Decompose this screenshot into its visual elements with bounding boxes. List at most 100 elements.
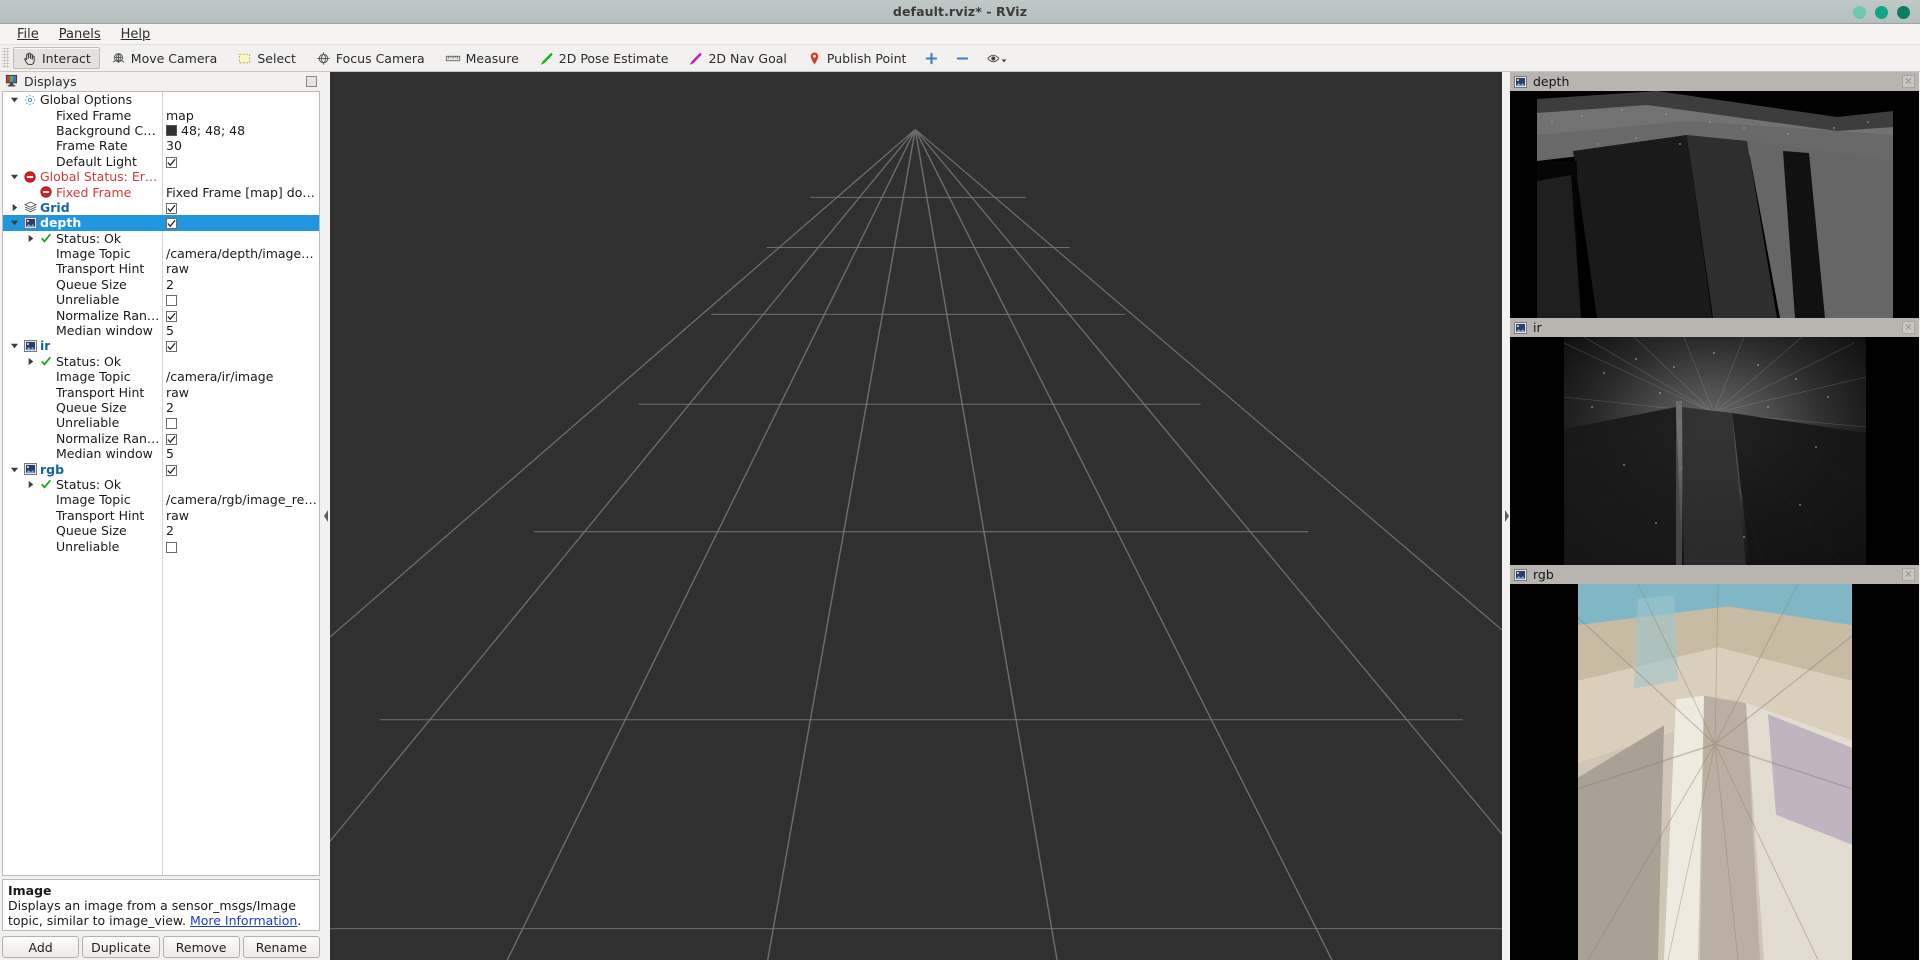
display-row-unreliable[interactable]: Unreliable xyxy=(3,415,319,430)
left-splitter-handle[interactable] xyxy=(322,72,330,960)
display-row-value-cell[interactable]: 5 xyxy=(162,446,319,461)
display-row-global-options[interactable]: Global Options xyxy=(3,92,319,107)
display-row-normalize-range[interactable]: Normalize Range xyxy=(3,307,319,323)
close-button[interactable] xyxy=(1897,5,1910,19)
chevron-down-icon[interactable] xyxy=(9,218,20,227)
checkbox[interactable] xyxy=(166,295,177,307)
tool-interact-button[interactable]: Interact xyxy=(13,47,100,69)
render-view-3d[interactable] xyxy=(330,72,1502,960)
display-row-value-cell[interactable] xyxy=(162,200,319,215)
duplicate-button[interactable]: Duplicate xyxy=(82,936,160,958)
color-swatch[interactable] xyxy=(166,124,177,136)
display-row-transport-hint[interactable]: Transport Hint raw xyxy=(3,261,319,276)
display-row-median-window[interactable]: Median window 5 xyxy=(3,446,319,461)
display-row-queue-size[interactable]: Queue Size 2 xyxy=(3,523,319,538)
display-row-value-cell[interactable]: /camera/depth/image_raw xyxy=(162,246,319,261)
tool-visibility-button[interactable] xyxy=(979,47,1015,69)
display-row-value-cell[interactable]: raw xyxy=(162,508,319,523)
checkbox[interactable] xyxy=(166,202,177,214)
chevron-right-icon[interactable] xyxy=(25,480,36,489)
display-row-value-cell[interactable]: 2 xyxy=(162,523,319,538)
menu-item-help[interactable]: Help xyxy=(112,25,160,44)
more-information-link[interactable]: More Information xyxy=(190,913,297,928)
display-row-value-cell[interactable]: map xyxy=(162,108,319,123)
image-panel-depth-body[interactable] xyxy=(1510,91,1919,318)
rename-button[interactable]: Rename xyxy=(242,936,320,958)
display-row-value-cell[interactable] xyxy=(162,539,319,554)
tool-2d-pose-estimate-button[interactable]: 2D Pose Estimate xyxy=(530,47,678,69)
display-row-value-cell[interactable]: raw xyxy=(162,261,319,276)
minimize-button[interactable] xyxy=(1853,5,1866,19)
display-row-grid[interactable]: Grid xyxy=(3,200,319,215)
display-row-ir[interactable]: ir xyxy=(3,338,319,353)
display-row-depth[interactable]: depth xyxy=(3,215,319,231)
display-row-status-ok[interactable]: Status: Ok xyxy=(3,231,319,246)
display-row-queue-size[interactable]: Queue Size 2 xyxy=(3,277,319,292)
chevron-down-icon[interactable] xyxy=(9,172,20,181)
checkbox[interactable] xyxy=(166,433,177,445)
close-icon[interactable]: × xyxy=(1902,568,1915,581)
display-row-status-ok[interactable]: Status: Ok xyxy=(3,477,319,492)
display-row-value-cell[interactable] xyxy=(162,415,319,430)
display-row-value-cell[interactable] xyxy=(162,462,319,477)
display-row-fixed-frame[interactable]: Fixed Frame Fixed Frame [map] does n… xyxy=(3,184,319,200)
display-row-value-cell[interactable]: 30 xyxy=(162,138,319,153)
display-row-queue-size[interactable]: Queue Size 2 xyxy=(3,400,319,415)
display-row-value-cell[interactable]: raw xyxy=(162,385,319,400)
display-row-transport-hint[interactable]: Transport Hint raw xyxy=(3,508,319,523)
checkbox[interactable] xyxy=(166,310,177,322)
display-row-value-cell[interactable] xyxy=(162,154,319,169)
chevron-down-icon[interactable] xyxy=(9,341,20,350)
display-row-frame-rate[interactable]: Frame Rate 30 xyxy=(3,138,319,153)
display-row-value-cell[interactable]: /camera/rgb/image_rect… xyxy=(162,492,319,507)
displays-float-button[interactable] xyxy=(306,76,317,87)
tool-2d-nav-goal-button[interactable]: 2D Nav Goal xyxy=(679,47,795,69)
display-row-value-cell[interactable] xyxy=(162,292,319,307)
menu-item-panels[interactable]: Panels xyxy=(50,25,110,44)
display-row-value-cell[interactable] xyxy=(162,308,319,323)
remove-button[interactable]: Remove xyxy=(162,936,240,958)
displays-tree[interactable]: Global Options Fixed Frame map Background C… xyxy=(2,91,320,876)
tool-focus-camera-button[interactable]: Focus Camera xyxy=(307,47,434,69)
toolbar-drag-handle[interactable] xyxy=(2,48,10,68)
close-icon[interactable]: × xyxy=(1902,75,1915,88)
checkbox[interactable] xyxy=(166,341,177,353)
display-row-background-color[interactable]: Background Color 48; 48; 48 xyxy=(3,123,319,138)
display-row-normalize-range[interactable]: Normalize Range xyxy=(3,431,319,446)
chevron-down-icon[interactable] xyxy=(9,465,20,474)
maximize-button[interactable] xyxy=(1875,5,1888,19)
image-panel-ir-body[interactable] xyxy=(1510,337,1919,565)
display-row-value-cell[interactable] xyxy=(162,338,319,353)
checkbox[interactable] xyxy=(166,156,177,168)
display-row-value-cell[interactable]: 2 xyxy=(162,277,319,292)
display-row-value-cell[interactable]: Fixed Frame [map] does n… xyxy=(162,185,319,200)
menu-item-file[interactable]: File xyxy=(8,25,48,44)
tool-remove-button[interactable] xyxy=(948,47,977,69)
checkbox[interactable] xyxy=(166,218,177,230)
display-row-unreliable[interactable]: Unreliable xyxy=(3,538,319,554)
display-row-status-ok[interactable]: Status: Ok xyxy=(3,354,319,369)
checkbox[interactable] xyxy=(166,541,177,553)
checkbox[interactable] xyxy=(166,464,177,476)
display-row-default-light[interactable]: Default Light xyxy=(3,154,319,169)
display-row-value-cell[interactable]: 2 xyxy=(162,400,319,415)
display-row-rgb[interactable]: rgb xyxy=(3,461,319,477)
right-splitter-handle[interactable] xyxy=(1502,72,1510,960)
tool-select-button[interactable]: Select xyxy=(228,47,305,69)
display-row-value-cell[interactable] xyxy=(162,215,319,230)
tool-measure-button[interactable]: Measure xyxy=(436,47,528,69)
image-panel-rgb-body[interactable] xyxy=(1510,584,1919,960)
display-row-global-status-error[interactable]: Global Status: Error xyxy=(3,169,319,184)
display-row-value-cell[interactable]: 5 xyxy=(162,323,319,338)
checkbox[interactable] xyxy=(166,418,177,430)
close-icon[interactable]: × xyxy=(1902,321,1915,334)
display-row-value-cell[interactable] xyxy=(162,431,319,446)
tool-add-button[interactable] xyxy=(917,47,946,69)
chevron-right-icon[interactable] xyxy=(25,357,36,366)
tool-move-camera-button[interactable]: Move Camera xyxy=(102,47,227,69)
display-row-value-cell[interactable]: /camera/ir/image xyxy=(162,369,319,384)
chevron-right-icon[interactable] xyxy=(9,203,20,212)
tool-publish-point-button[interactable]: Publish Point xyxy=(798,47,916,69)
chevron-down-icon[interactable] xyxy=(9,95,20,104)
display-row-median-window[interactable]: Median window 5 xyxy=(3,323,319,338)
